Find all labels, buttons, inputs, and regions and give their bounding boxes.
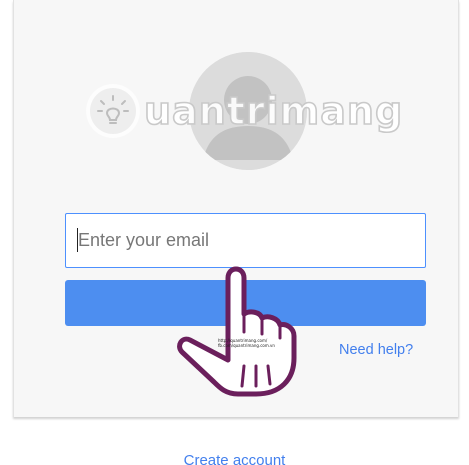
text-cursor xyxy=(77,228,78,252)
profile-avatar-icon xyxy=(189,52,307,170)
next-button[interactable] xyxy=(65,280,426,326)
create-account-link[interactable]: Create account xyxy=(0,452,469,465)
sign-in-page: uantrimang Need help? Create account htt… xyxy=(0,0,469,465)
email-input[interactable] xyxy=(65,213,426,268)
need-help-link[interactable]: Need help? xyxy=(339,342,413,358)
